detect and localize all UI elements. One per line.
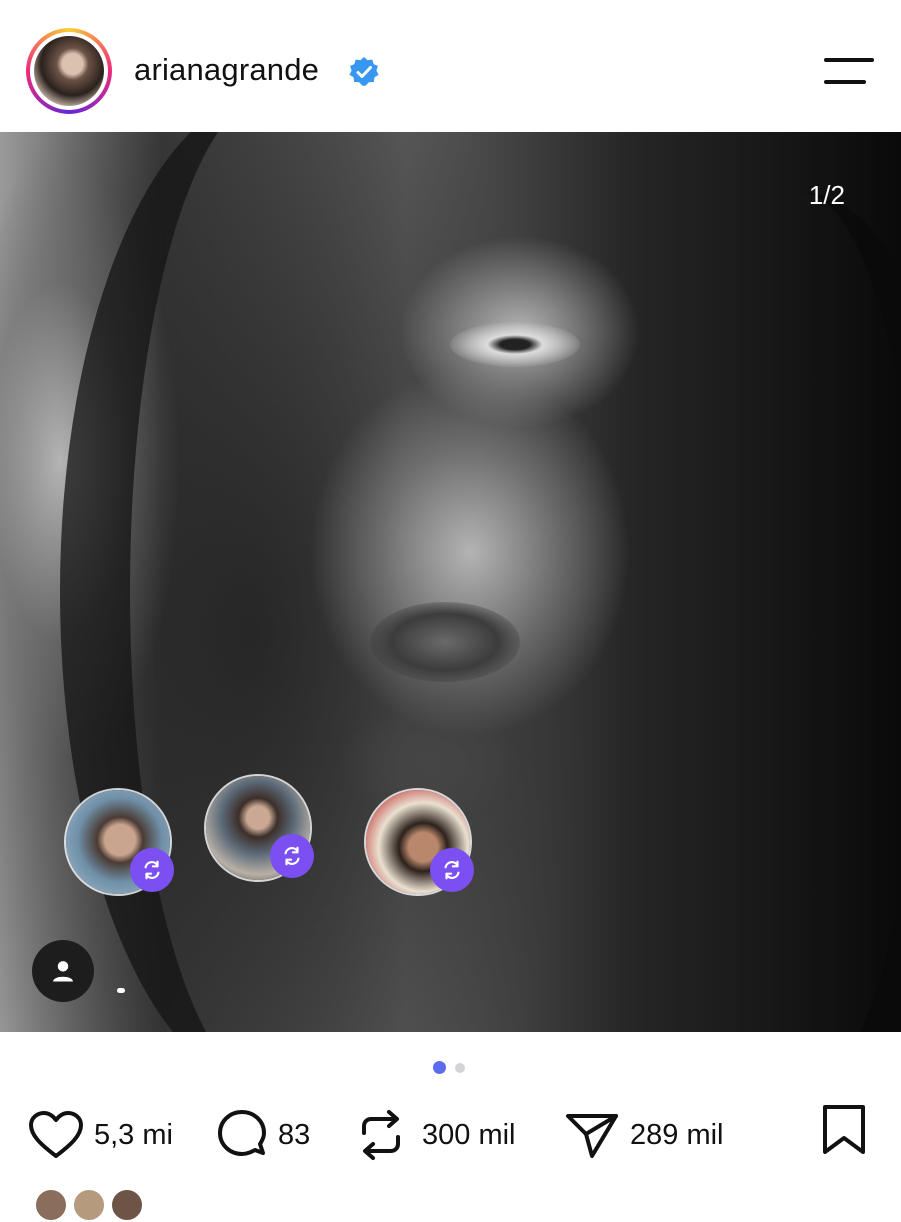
- eye-shape: [450, 322, 580, 367]
- likes-count: 5,3 mi: [94, 1118, 173, 1151]
- comment-button[interactable]: 83: [216, 1100, 310, 1170]
- repost-badge-icon: [430, 848, 474, 892]
- shares-count: 289 mil: [630, 1118, 724, 1151]
- repost-arrows-icon: [362, 1110, 400, 1160]
- repost-avatar[interactable]: [204, 774, 314, 882]
- comments-count: 83: [278, 1118, 311, 1151]
- person-icon: [53, 961, 73, 982]
- tagged-users-button[interactable]: [32, 940, 94, 1002]
- post-photo[interactable]: 1/2: [0, 132, 901, 1032]
- heart-icon: [29, 1111, 83, 1158]
- repost-badge-icon: [130, 848, 174, 892]
- profile-avatar[interactable]: [26, 28, 112, 114]
- paper-plane-icon: [566, 1114, 618, 1158]
- carousel-dot: [455, 1063, 465, 1073]
- repost-badge-icon: [270, 834, 314, 878]
- avatar-photo: [34, 36, 104, 106]
- carousel-dot-active: [433, 1061, 446, 1074]
- hair-shape: [620, 192, 901, 1032]
- reposts-count: 300 mil: [422, 1118, 516, 1151]
- share-button[interactable]: 289 mil: [564, 1100, 724, 1170]
- photo-speck: [117, 988, 125, 993]
- avatar-border: [30, 32, 108, 110]
- verified-badge-icon: [349, 57, 379, 86]
- lips-shape: [370, 602, 520, 682]
- username[interactable]: arianagrande: [134, 52, 319, 88]
- repost-avatar[interactable]: [364, 788, 474, 896]
- comment-bubble-icon: [218, 1110, 266, 1156]
- hamburger-menu-icon[interactable]: [824, 56, 874, 86]
- repost-avatar[interactable]: [64, 788, 174, 896]
- post-header: arianagrande: [0, 0, 901, 132]
- hair-shape: [60, 132, 490, 1032]
- liker-avatar: [110, 1188, 144, 1222]
- like-button[interactable]: 5,3 mi: [28, 1100, 173, 1170]
- carousel-counter: 1/2: [808, 180, 845, 210]
- action-bar: 5,3 mi 83 300 mil 289 mil: [0, 1100, 901, 1170]
- liker-avatar: [72, 1188, 106, 1222]
- repost-button[interactable]: 300 mil: [356, 1100, 516, 1170]
- bookmark-icon[interactable]: [820, 1104, 868, 1156]
- liker-avatar: [34, 1188, 68, 1222]
